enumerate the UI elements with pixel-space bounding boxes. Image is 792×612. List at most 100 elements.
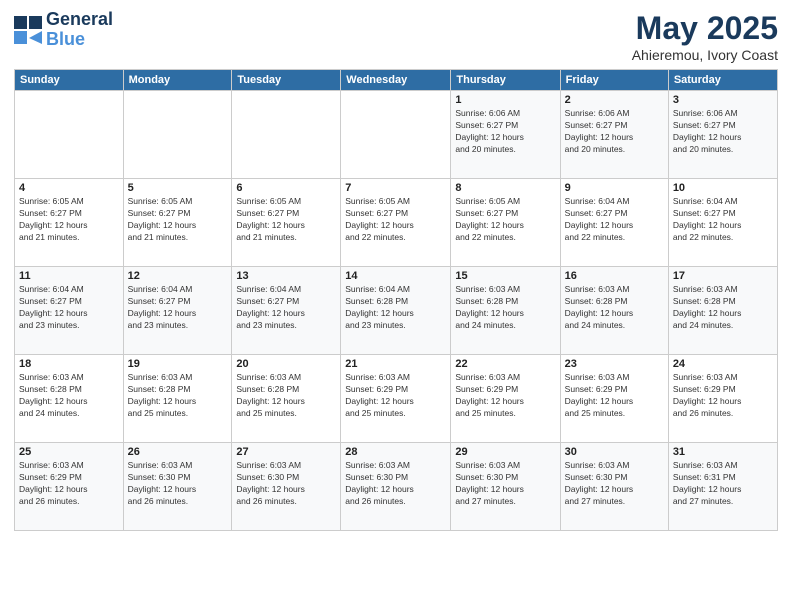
day-detail: Sunrise: 6:03 AM Sunset: 6:28 PM Dayligh…	[565, 284, 664, 332]
calendar-cell: 31 Sunrise: 6:03 AM Sunset: 6:31 PM Dayli…	[668, 443, 777, 531]
col-sunday: Sunday	[15, 70, 124, 91]
day-detail: Sunrise: 6:03 AM Sunset: 6:30 PM Dayligh…	[565, 460, 664, 508]
day-number: 19	[128, 358, 228, 370]
day-number: 3	[673, 94, 773, 106]
day-detail: Sunrise: 6:03 AM Sunset: 6:28 PM Dayligh…	[455, 284, 555, 332]
calendar-cell	[123, 91, 232, 179]
day-number: 27	[236, 446, 336, 458]
calendar-cell	[232, 91, 341, 179]
day-detail: Sunrise: 6:03 AM Sunset: 6:31 PM Dayligh…	[673, 460, 773, 508]
day-number: 2	[565, 94, 664, 106]
calendar-cell: 26 Sunrise: 6:03 AM Sunset: 6:30 PM Dayli…	[123, 443, 232, 531]
day-detail: Sunrise: 6:05 AM Sunset: 6:27 PM Dayligh…	[455, 196, 555, 244]
day-detail: Sunrise: 6:03 AM Sunset: 6:29 PM Dayligh…	[565, 372, 664, 420]
day-number: 8	[455, 182, 555, 194]
day-detail: Sunrise: 6:03 AM Sunset: 6:30 PM Dayligh…	[455, 460, 555, 508]
day-number: 29	[455, 446, 555, 458]
day-number: 24	[673, 358, 773, 370]
col-thursday: Thursday	[451, 70, 560, 91]
day-number: 31	[673, 446, 773, 458]
logo-line2: Blue	[46, 30, 113, 50]
subtitle: Ahieremou, Ivory Coast	[632, 47, 778, 63]
calendar-table: Sunday Monday Tuesday Wednesday Thursday…	[14, 69, 778, 531]
day-detail: Sunrise: 6:04 AM Sunset: 6:27 PM Dayligh…	[128, 284, 228, 332]
calendar-cell: 7Sunrise: 6:05 AM Sunset: 6:27 PM Daylig…	[341, 179, 451, 267]
day-number: 4	[19, 182, 119, 194]
day-number: 20	[236, 358, 336, 370]
calendar-cell	[15, 91, 124, 179]
calendar-week-3: 11Sunrise: 6:04 AM Sunset: 6:27 PM Dayli…	[15, 267, 778, 355]
calendar-cell: 29 Sunrise: 6:03 AM Sunset: 6:30 PM Dayli…	[451, 443, 560, 531]
day-detail: Sunrise: 6:04 AM Sunset: 6:27 PM Dayligh…	[673, 196, 773, 244]
day-detail: Sunrise: 6:03 AM Sunset: 6:28 PM Dayligh…	[673, 284, 773, 332]
header: General Blue May 2025 Ahieremou, Ivory C…	[14, 10, 778, 63]
day-number: 10	[673, 182, 773, 194]
col-wednesday: Wednesday	[341, 70, 451, 91]
day-detail: Sunrise: 6:05 AM Sunset: 6:27 PM Dayligh…	[236, 196, 336, 244]
day-detail: Sunrise: 6:04 AM Sunset: 6:27 PM Dayligh…	[236, 284, 336, 332]
col-friday: Friday	[560, 70, 668, 91]
day-number: 23	[565, 358, 664, 370]
calendar-cell: 21 Sunrise: 6:03 AM Sunset: 6:29 PM Dayli…	[341, 355, 451, 443]
day-number: 17	[673, 270, 773, 282]
calendar-cell: 10 Sunrise: 6:04 AM Sunset: 6:27 PM Dayli…	[668, 179, 777, 267]
calendar-cell: 14 Sunrise: 6:04 AM Sunset: 6:28 PM Dayli…	[341, 267, 451, 355]
day-detail: Sunrise: 6:03 AM Sunset: 6:28 PM Dayligh…	[19, 372, 119, 420]
col-monday: Monday	[123, 70, 232, 91]
calendar-cell: 23 Sunrise: 6:03 AM Sunset: 6:29 PM Dayli…	[560, 355, 668, 443]
calendar-week-5: 25Sunrise: 6:03 AM Sunset: 6:29 PM Dayli…	[15, 443, 778, 531]
calendar-cell: 16Sunrise: 6:03 AM Sunset: 6:28 PM Dayli…	[560, 267, 668, 355]
day-number: 7	[345, 182, 446, 194]
day-number: 21	[345, 358, 446, 370]
calendar-cell: 27Sunrise: 6:03 AM Sunset: 6:30 PM Dayli…	[232, 443, 341, 531]
day-detail: Sunrise: 6:06 AM Sunset: 6:27 PM Dayligh…	[455, 108, 555, 156]
calendar-cell: 20 Sunrise: 6:03 AM Sunset: 6:28 PM Dayli…	[232, 355, 341, 443]
day-number: 5	[128, 182, 228, 194]
day-number: 15	[455, 270, 555, 282]
day-number: 14	[345, 270, 446, 282]
day-detail: Sunrise: 6:03 AM Sunset: 6:28 PM Dayligh…	[128, 372, 228, 420]
calendar-cell: 11Sunrise: 6:04 AM Sunset: 6:27 PM Dayli…	[15, 267, 124, 355]
day-detail: Sunrise: 6:03 AM Sunset: 6:28 PM Dayligh…	[236, 372, 336, 420]
day-detail: Sunrise: 6:06 AM Sunset: 6:27 PM Dayligh…	[565, 108, 664, 156]
day-detail: Sunrise: 6:04 AM Sunset: 6:28 PM Dayligh…	[345, 284, 446, 332]
calendar-cell: 15 Sunrise: 6:03 AM Sunset: 6:28 PM Dayli…	[451, 267, 560, 355]
calendar-cell: 9 Sunrise: 6:04 AM Sunset: 6:27 PM Daylig…	[560, 179, 668, 267]
calendar-week-2: 4 Sunrise: 6:05 AM Sunset: 6:27 PM Daylig…	[15, 179, 778, 267]
day-number: 12	[128, 270, 228, 282]
day-number: 22	[455, 358, 555, 370]
calendar-week-4: 18 Sunrise: 6:03 AM Sunset: 6:28 PM Dayli…	[15, 355, 778, 443]
day-number: 18	[19, 358, 119, 370]
calendar-cell: 24Sunrise: 6:03 AM Sunset: 6:29 PM Dayli…	[668, 355, 777, 443]
calendar-cell: 17 Sunrise: 6:03 AM Sunset: 6:28 PM Dayli…	[668, 267, 777, 355]
day-detail: Sunrise: 6:03 AM Sunset: 6:29 PM Dayligh…	[345, 372, 446, 420]
calendar-cell: 3Sunrise: 6:06 AM Sunset: 6:27 PM Daylig…	[668, 91, 777, 179]
calendar-cell: 2 Sunrise: 6:06 AM Sunset: 6:27 PM Daylig…	[560, 91, 668, 179]
logo-line1: General	[46, 10, 113, 30]
calendar-week-1: 1Sunrise: 6:06 AM Sunset: 6:27 PM Daylig…	[15, 91, 778, 179]
calendar-cell: 22Sunrise: 6:03 AM Sunset: 6:29 PM Dayli…	[451, 355, 560, 443]
logo-icon	[14, 16, 42, 44]
day-detail: Sunrise: 6:04 AM Sunset: 6:27 PM Dayligh…	[565, 196, 664, 244]
day-number: 6	[236, 182, 336, 194]
logo: General Blue	[14, 10, 113, 50]
calendar-cell: 1Sunrise: 6:06 AM Sunset: 6:27 PM Daylig…	[451, 91, 560, 179]
day-detail: Sunrise: 6:03 AM Sunset: 6:30 PM Dayligh…	[345, 460, 446, 508]
calendar-cell: 28 Sunrise: 6:03 AM Sunset: 6:30 PM Dayli…	[341, 443, 451, 531]
day-number: 28	[345, 446, 446, 458]
col-tuesday: Tuesday	[232, 70, 341, 91]
day-number: 13	[236, 270, 336, 282]
calendar-cell: 18 Sunrise: 6:03 AM Sunset: 6:28 PM Dayli…	[15, 355, 124, 443]
day-detail: Sunrise: 6:05 AM Sunset: 6:27 PM Dayligh…	[19, 196, 119, 244]
calendar-cell: 4 Sunrise: 6:05 AM Sunset: 6:27 PM Daylig…	[15, 179, 124, 267]
day-number: 26	[128, 446, 228, 458]
day-number: 9	[565, 182, 664, 194]
col-saturday: Saturday	[668, 70, 777, 91]
page: General Blue May 2025 Ahieremou, Ivory C…	[0, 0, 792, 612]
day-detail: Sunrise: 6:05 AM Sunset: 6:27 PM Dayligh…	[128, 196, 228, 244]
calendar-cell: 12 Sunrise: 6:04 AM Sunset: 6:27 PM Dayli…	[123, 267, 232, 355]
calendar-cell	[341, 91, 451, 179]
day-number: 30	[565, 446, 664, 458]
calendar-cell: 8 Sunrise: 6:05 AM Sunset: 6:27 PM Daylig…	[451, 179, 560, 267]
day-detail: Sunrise: 6:03 AM Sunset: 6:30 PM Dayligh…	[128, 460, 228, 508]
